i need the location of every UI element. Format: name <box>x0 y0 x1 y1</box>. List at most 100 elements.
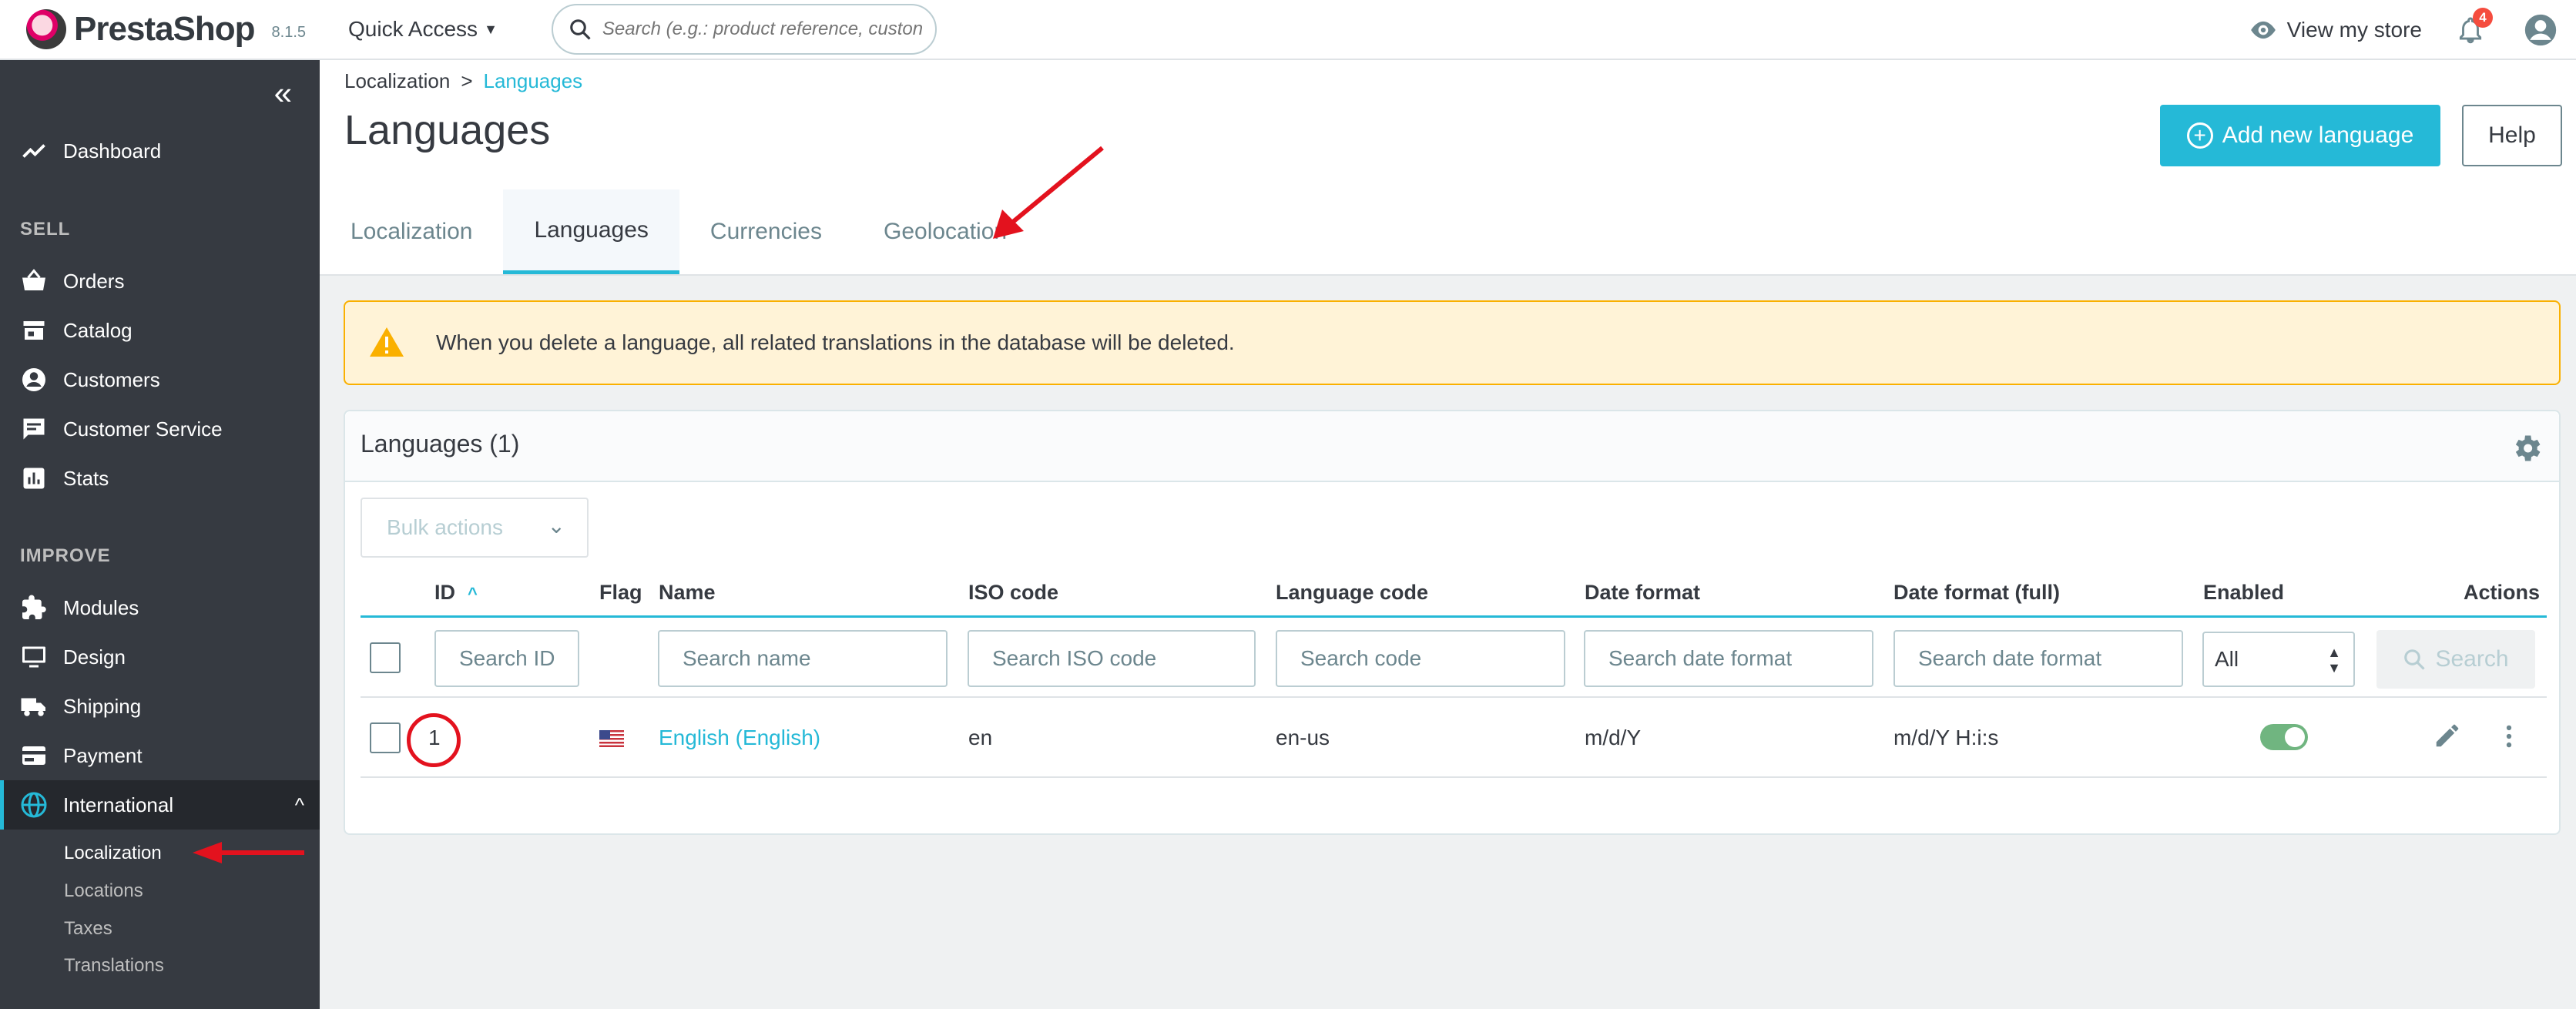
account-circle-icon <box>22 368 45 391</box>
filter-enabled-select[interactable]: All ▲ ▼ <box>2202 632 2355 687</box>
search-icon <box>2404 649 2426 670</box>
warning-alert: When you delete a language, all related … <box>344 300 2561 385</box>
top-header: PrestaShop 8.1.5 Quick Access ▼ View my … <box>0 0 2576 60</box>
sidebar-subitem-locations[interactable]: Locations <box>64 880 143 902</box>
sidebar-subitem-localization[interactable]: Localization <box>64 843 162 864</box>
sidebar-item-label: Payment <box>63 743 143 767</box>
tab-currencies[interactable]: Currencies <box>679 189 853 274</box>
sidebar-item-label: Dashboard <box>63 139 162 163</box>
sidebar-item-label: Orders <box>63 269 125 293</box>
global-search-input[interactable] <box>602 18 926 40</box>
sidebar-item-label: Catalog <box>63 318 132 342</box>
shopping-basket-icon <box>22 269 45 290</box>
add-new-language-button[interactable]: + Add new language <box>2160 105 2440 166</box>
table-header-row: ID ^ Flag Name ISO code Language code Dat… <box>361 572 2547 618</box>
sidebar-item-customer-service[interactable]: Customer Service <box>0 404 320 454</box>
row-date-format-full: m/d/Y H:i:s <box>1893 726 1999 749</box>
sidebar-item-label: Design <box>63 645 126 669</box>
filter-code-input[interactable]: Search code <box>1276 630 1565 687</box>
row-language-code: en-us <box>1276 726 1330 749</box>
prestashop-logo[interactable]: PrestaShop 8.1.5 <box>26 9 320 49</box>
row-checkbox[interactable] <box>370 722 401 753</box>
column-header-id-label: ID <box>434 581 455 604</box>
tab-languages[interactable]: Languages <box>503 189 679 274</box>
search-icon <box>570 19 591 40</box>
sidebar-item-customers[interactable]: Customers <box>0 355 320 404</box>
sidebar-item-design[interactable]: Design <box>0 632 320 682</box>
more-vertical-icon[interactable] <box>2494 721 2524 752</box>
notification-badge: 4 <box>2473 8 2493 28</box>
version-label: 8.1.5 <box>271 23 306 41</box>
sidebar-section-sell: SELL <box>20 219 71 240</box>
pencil-edit-icon[interactable] <box>2433 721 2462 750</box>
credit-card-icon <box>22 746 45 765</box>
column-header-iso[interactable]: ISO code <box>968 581 1058 605</box>
sort-asc-icon: ^ <box>468 584 478 603</box>
sidebar-item-dashboard[interactable]: Dashboard <box>0 126 320 176</box>
column-header-language-code[interactable]: Language code <box>1276 581 1428 605</box>
notifications-button[interactable]: 4 <box>2456 8 2493 45</box>
filter-date-format-full-input[interactable]: Search date format <box>1893 630 2183 687</box>
user-avatar-icon <box>2524 14 2557 46</box>
page-title: Languages <box>344 107 551 153</box>
chevron-down-icon: ⌄ <box>547 514 565 538</box>
tab-bar: Localization Languages Currencies Geoloc… <box>320 189 1038 274</box>
breadcrumb: Localization > Languages <box>344 69 582 93</box>
gear-icon[interactable] <box>2510 431 2544 465</box>
toggle-knob <box>2285 727 2305 747</box>
add-new-language-label: Add new language <box>2222 122 2414 148</box>
chevron-up-icon: ^ <box>294 793 304 816</box>
global-search[interactable] <box>551 4 937 55</box>
card-header: Languages (1) <box>345 411 2559 482</box>
account-button[interactable] <box>2524 13 2576 47</box>
column-header-enabled[interactable]: Enabled <box>2203 581 2284 605</box>
annotation-arrow-diagonal-icon <box>993 146 1104 239</box>
store-icon <box>23 321 45 340</box>
sidebar-subitem-taxes[interactable]: Taxes <box>64 918 112 940</box>
column-header-date-format[interactable]: Date format <box>1585 581 1700 605</box>
column-header-id[interactable]: ID ^ <box>434 581 478 605</box>
column-header-name[interactable]: Name <box>659 581 716 605</box>
filter-date-format-input[interactable]: Search date format <box>1584 630 1873 687</box>
filter-iso-input[interactable]: Search ISO code <box>968 630 1256 687</box>
warning-text: When you delete a language, all related … <box>436 330 1235 354</box>
help-button[interactable]: Help <box>2462 105 2562 166</box>
select-arrows-icon: ▲ ▼ <box>2327 645 2341 675</box>
view-my-store-link[interactable]: View my store <box>2249 15 2422 45</box>
enabled-toggle[interactable] <box>2260 724 2308 750</box>
sidebar-item-label: Shipping <box>63 694 142 718</box>
sidebar-item-stats[interactable]: Stats <box>0 454 320 503</box>
filter-id-input[interactable]: Search ID <box>434 630 579 687</box>
row-iso: en <box>968 726 993 749</box>
quick-access-label: Quick Access <box>348 17 478 41</box>
warning-icon <box>370 327 404 357</box>
sidebar-item-orders[interactable]: Orders <box>0 256 320 306</box>
collapse-sidebar-icon[interactable]: « <box>274 77 292 109</box>
breadcrumb-parent[interactable]: Localization <box>344 69 450 92</box>
trending-up-icon <box>22 144 45 158</box>
filter-search-button[interactable]: Search <box>2376 630 2535 689</box>
select-all-checkbox[interactable] <box>370 642 401 673</box>
view-my-store-label: View my store <box>2286 18 2422 42</box>
bar-chart-icon <box>23 468 45 489</box>
sidebar-subitem-translations[interactable]: Translations <box>64 955 164 977</box>
desktop-icon <box>22 646 45 668</box>
breadcrumb-current[interactable]: Languages <box>484 69 583 92</box>
table-row: 1 English (English) en en-us m/d/Y m/d/Y… <box>361 698 2547 778</box>
sidebar-item-modules[interactable]: Modules <box>0 583 320 632</box>
row-name-link[interactable]: English (English) <box>659 726 820 750</box>
filter-name-input[interactable]: Search name <box>658 630 948 687</box>
column-header-date-format-full[interactable]: Date format (full) <box>1893 581 2060 605</box>
sidebar-item-catalog[interactable]: Catalog <box>0 306 320 355</box>
sidebar-item-shipping[interactable]: Shipping <box>0 682 320 731</box>
quick-access-dropdown[interactable]: Quick Access ▼ <box>348 17 498 42</box>
tab-localization[interactable]: Localization <box>320 189 503 274</box>
sidebar-item-international[interactable]: International ^ <box>0 780 320 830</box>
us-flag-icon <box>599 730 624 747</box>
sidebar-item-payment[interactable]: Payment <box>0 731 320 780</box>
sidebar: « Dashboard SELL Orders Catalog Customer… <box>0 60 320 1009</box>
breadcrumb-separator: > <box>461 69 473 92</box>
sidebar-item-label: Customers <box>63 367 160 391</box>
bulk-actions-dropdown[interactable]: Bulk actions ⌄ <box>361 498 589 558</box>
languages-table: ID ^ Flag Name ISO code Language code Dat… <box>361 572 2547 778</box>
